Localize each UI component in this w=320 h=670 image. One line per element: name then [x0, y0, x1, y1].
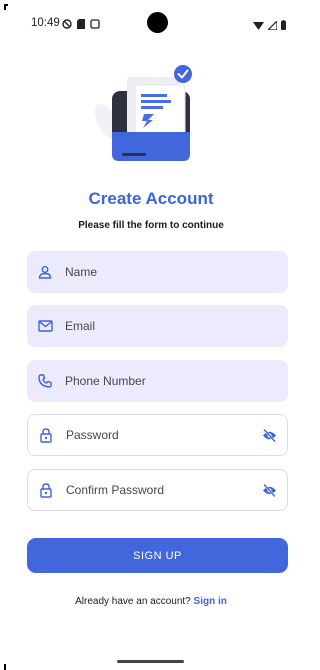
corner-mark-bottom — [4, 664, 6, 670]
sign-in-link[interactable]: Sign in — [194, 596, 227, 607]
wifi-icon — [253, 17, 264, 35]
password-field[interactable]: Password — [27, 414, 288, 456]
page-subtitle: Please fill the form to continue — [78, 220, 224, 231]
mail-icon — [37, 318, 53, 334]
front-camera — [147, 12, 168, 33]
email-field-placeholder: Email — [65, 319, 96, 333]
phone-field-placeholder: Phone Number — [65, 374, 146, 388]
page-title: Create Account — [88, 189, 214, 208]
person-icon — [37, 264, 53, 280]
status-time: 10:49 — [31, 17, 60, 29]
home-indicator[interactable] — [117, 660, 184, 663]
name-field-placeholder: Name — [65, 265, 98, 279]
phone-field[interactable]: Phone Number — [27, 360, 288, 402]
sign-in-row: Already have an account? Sign in — [0, 596, 302, 607]
email-field[interactable]: Email — [27, 305, 288, 347]
signal-icon — [266, 17, 278, 35]
phone-icon — [37, 373, 53, 389]
name-field[interactable]: Name — [27, 251, 288, 293]
document-folder-illustration — [94, 62, 208, 182]
screen-record-icon — [90, 16, 100, 34]
status-icons-left — [62, 16, 100, 34]
password-field-placeholder: Password — [66, 428, 119, 442]
do-not-disturb-icon — [62, 16, 72, 34]
sign-in-prompt: Already have an account? — [75, 596, 194, 607]
confirm-password-field-placeholder: Confirm Password — [66, 483, 165, 497]
sign-up-button[interactable]: SIGN UP — [27, 538, 288, 573]
lock-icon — [38, 427, 54, 443]
status-bar: 10:49 — [0, 0, 302, 46]
sd-card-icon — [77, 16, 85, 34]
status-icons-right — [253, 17, 286, 35]
battery-icon — [281, 17, 286, 35]
eye-off-icon[interactable] — [261, 427, 277, 443]
lock-icon — [38, 482, 54, 498]
confirm-password-field[interactable]: Confirm Password — [27, 469, 288, 511]
eye-off-icon[interactable] — [261, 482, 277, 498]
